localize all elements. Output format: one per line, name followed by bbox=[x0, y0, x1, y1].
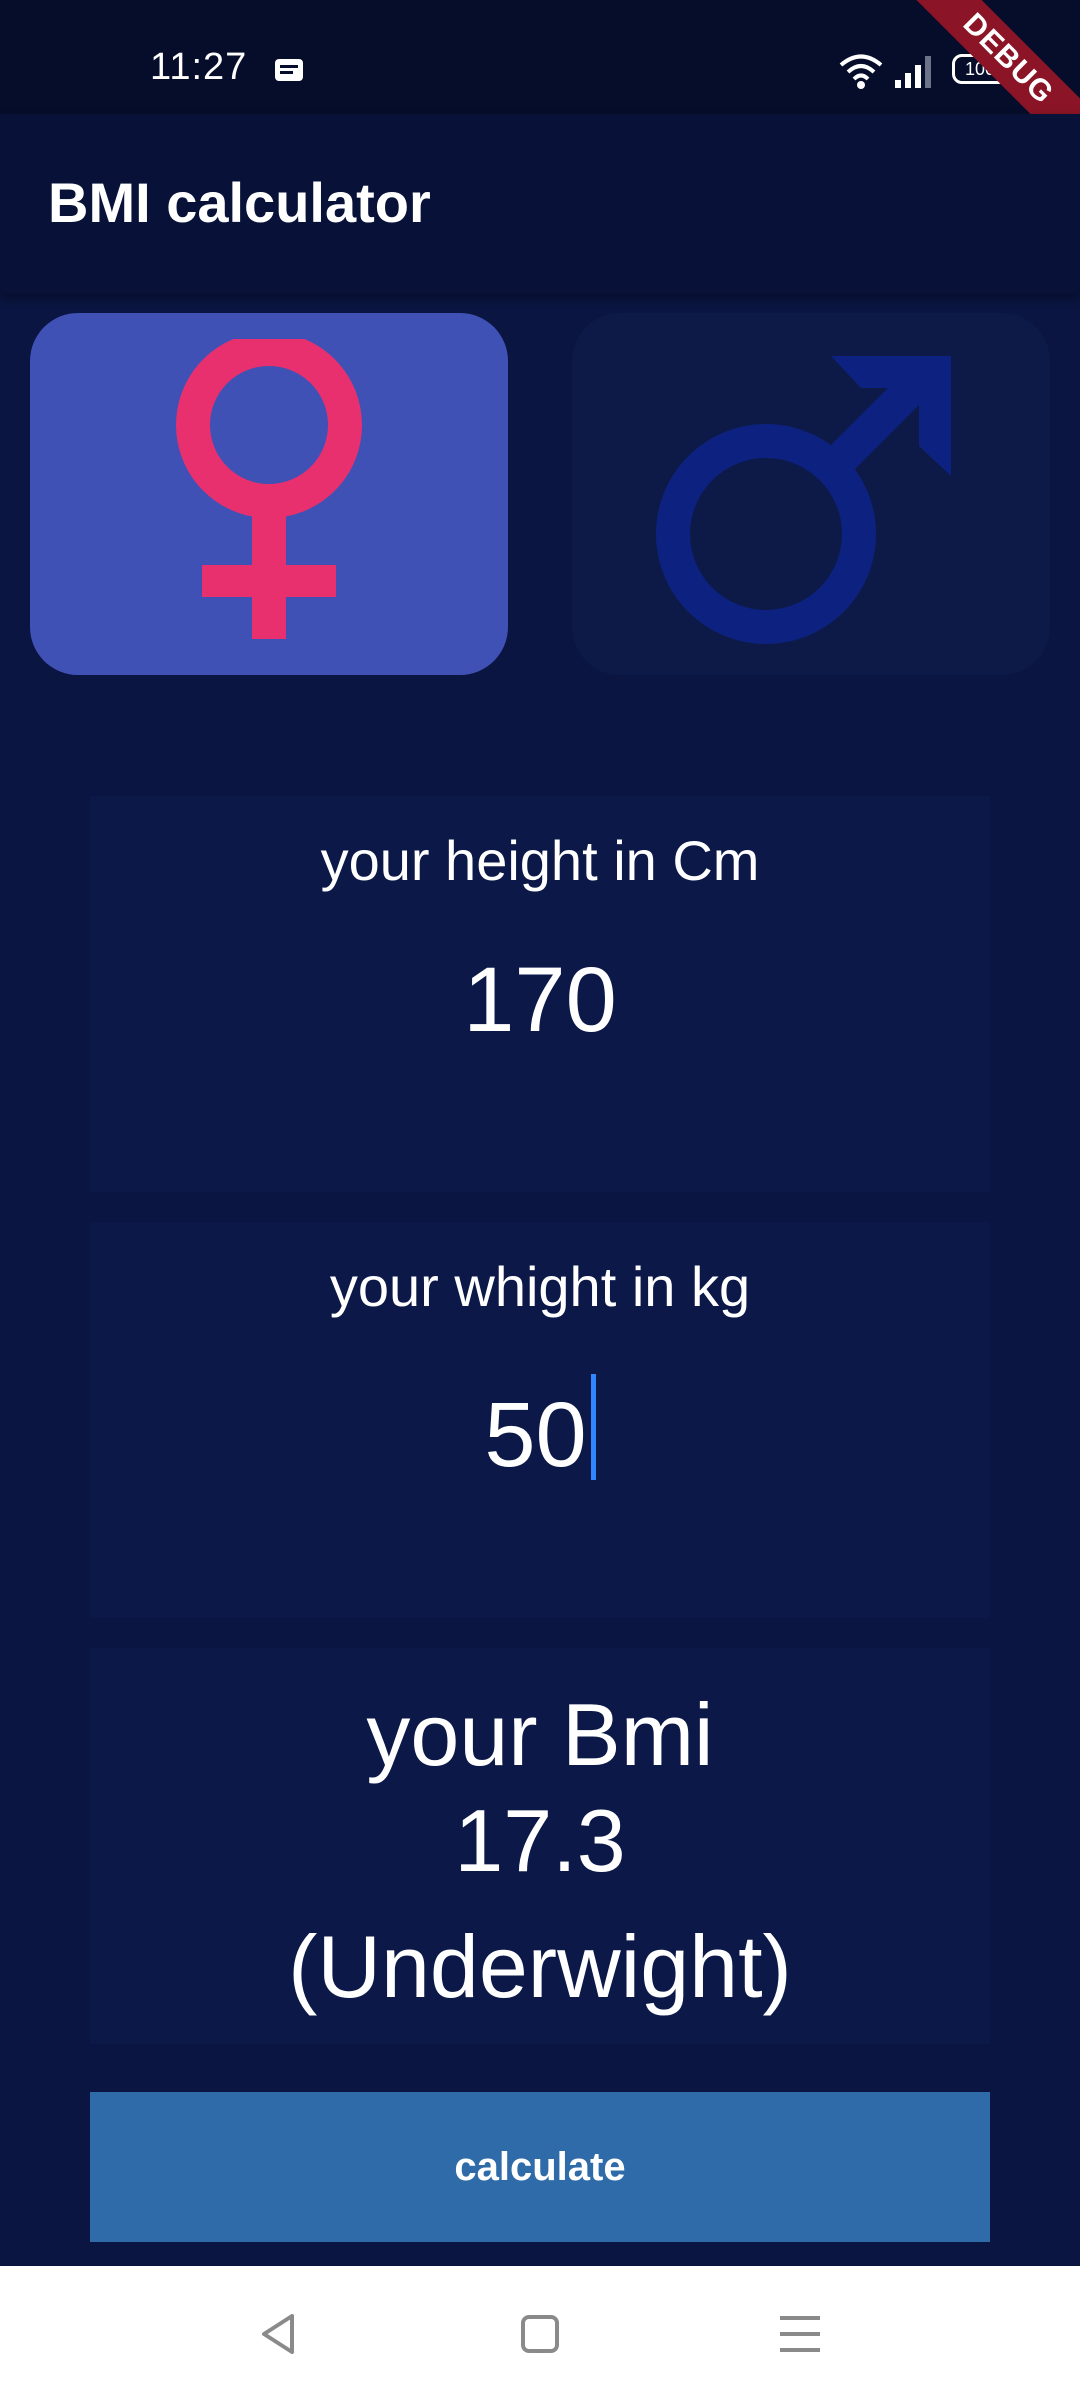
male-gender-card[interactable] bbox=[572, 313, 1050, 675]
back-icon[interactable] bbox=[252, 2306, 308, 2362]
calculate-button[interactable]: calculate bbox=[90, 2092, 990, 2242]
height-card: your height in Cm 170 bbox=[90, 796, 990, 1192]
weight-card: your whight in kg 50 bbox=[90, 1222, 990, 1618]
male-symbol-icon bbox=[656, 356, 951, 644]
home-icon[interactable] bbox=[512, 2306, 568, 2362]
bmi-result-card: your Bmi 17.3 (Underwight) bbox=[90, 1648, 990, 2044]
app-bar: BMI calculator bbox=[0, 114, 1080, 294]
bmi-value: 17.3 bbox=[454, 1791, 626, 1890]
weight-value: 50 bbox=[484, 1384, 587, 1486]
status-time: 11:27 bbox=[150, 46, 248, 88]
calculate-button-label: calculate bbox=[454, 2144, 626, 2189]
wifi-icon bbox=[839, 54, 883, 89]
bmi-status: (Underwight) bbox=[288, 1917, 792, 2016]
height-label: your height in Cm bbox=[320, 829, 760, 892]
page-title: BMI calculator bbox=[48, 171, 431, 234]
female-gender-card[interactable] bbox=[30, 313, 508, 675]
menu-icon[interactable] bbox=[772, 2306, 828, 2362]
female-symbol-icon bbox=[176, 339, 362, 639]
app-screen: 11:27 100 DEBUG BMI calculator your heig… bbox=[0, 0, 1080, 2400]
height-input[interactable]: 170 bbox=[90, 948, 990, 1053]
signal-icon bbox=[895, 56, 931, 88]
bmi-title: your Bmi bbox=[366, 1685, 714, 1784]
message-icon bbox=[275, 59, 303, 81]
weight-label: your whight in kg bbox=[329, 1255, 751, 1318]
system-navigation-bar bbox=[0, 2266, 1080, 2400]
height-value: 170 bbox=[463, 949, 617, 1051]
weight-input[interactable]: 50 bbox=[90, 1374, 990, 1488]
status-bar: 11:27 100 bbox=[0, 0, 1080, 114]
text-caret bbox=[590, 1374, 596, 1480]
